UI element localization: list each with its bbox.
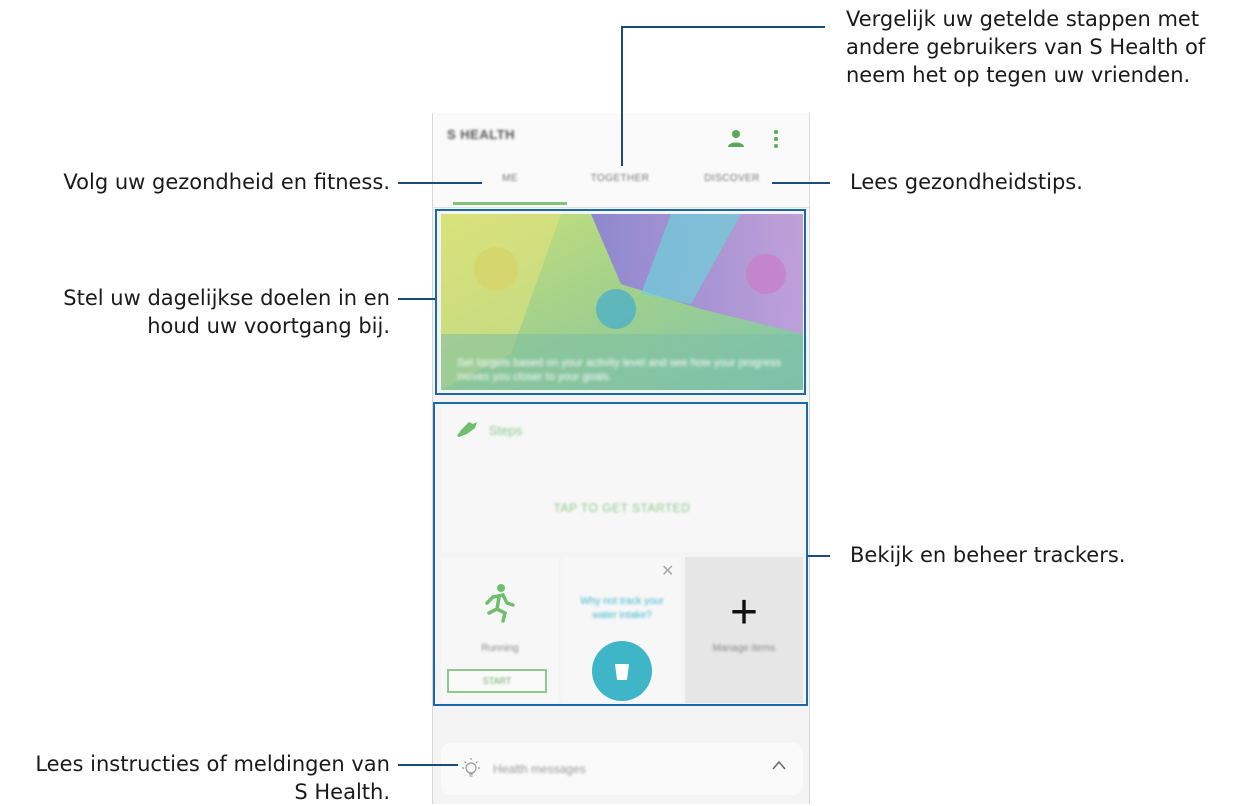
health-messages-label: Health messages — [493, 762, 586, 776]
annotation-manage-trackers: Bekijk en beheer trackers. — [850, 543, 1126, 567]
tab-together[interactable]: TOGETHER — [565, 173, 675, 184]
tab-discover[interactable]: DISCOVER — [677, 173, 787, 184]
tab-bar: ME TOGETHER DISCOVER — [433, 163, 809, 208]
more-options-icon[interactable] — [773, 129, 779, 149]
leader-manage-trackers — [808, 555, 830, 557]
lightbulb-icon — [462, 758, 480, 777]
leader-compare-steps-v — [621, 26, 623, 166]
annotation-daily-goals: Stel uw dagelijkse doelen in en houd uw … — [63, 286, 390, 338]
annotation-health-tips: Lees gezondheidstips. — [850, 170, 1083, 194]
profile-icon[interactable] — [727, 129, 745, 147]
leader-track-health — [398, 182, 482, 184]
leader-daily-goals — [398, 298, 435, 300]
active-tab-indicator — [453, 202, 567, 205]
health-messages-bar[interactable]: Health messages — [441, 743, 803, 795]
leader-compare-steps-h — [622, 26, 825, 28]
leader-read-messages — [398, 764, 458, 766]
annotation-track-health: Volg uw gezondheid en fitness. — [63, 170, 390, 194]
highlight-trackers — [433, 402, 808, 706]
annotation-read-messages: Lees instructies of meldingen van S Heal… — [35, 752, 390, 804]
leader-health-tips — [772, 182, 830, 184]
highlight-goals-banner — [435, 209, 806, 395]
app-title: S HEALTH — [447, 127, 516, 142]
annotation-compare-steps: Vergelijk uw getelde stappen met andere … — [846, 7, 1206, 87]
chevron-up-icon[interactable] — [771, 759, 787, 771]
